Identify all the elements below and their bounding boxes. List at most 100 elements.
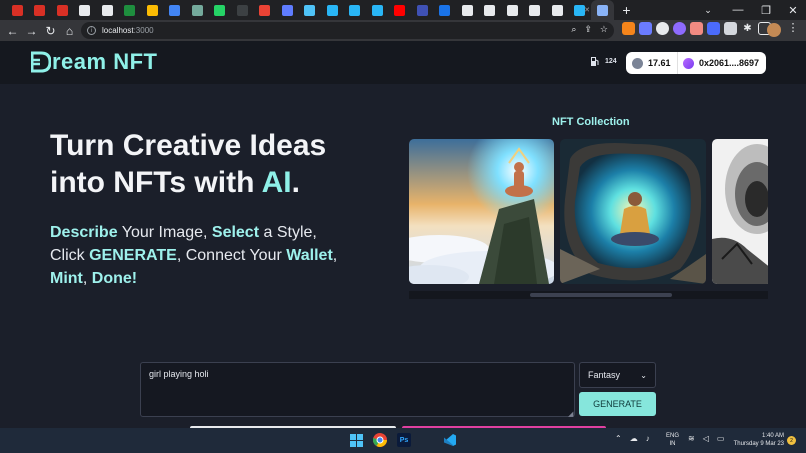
extensions-puzzle-icon[interactable]: ✱ [741, 22, 754, 35]
browser-tab[interactable] [434, 0, 457, 20]
extension-icon[interactable] [707, 22, 720, 35]
hero-title-ai: AI [261, 166, 292, 199]
zoom-icon[interactable]: ⌕ [571, 24, 576, 35]
browser-tab[interactable] [6, 0, 29, 20]
windows-start-icon[interactable] [349, 433, 363, 447]
photoshop-icon[interactable]: Ps [397, 433, 411, 447]
drive-favicon-icon [146, 4, 158, 16]
site-info-icon[interactable]: i [87, 26, 96, 35]
nft-card[interactable] [560, 139, 706, 284]
notification-badge[interactable]: 2 [787, 436, 796, 445]
browser-tab[interactable] [546, 0, 569, 20]
blue-favicon-icon [439, 4, 451, 16]
gallery-scroll-thumb[interactable] [530, 293, 672, 297]
forward-icon[interactable]: → [22, 20, 41, 41]
cloud-icon[interactable]: ☁ [630, 434, 638, 443]
tab-search-icon[interactable]: ⌄ [700, 0, 716, 20]
gallery-scrollbar[interactable] [409, 291, 768, 299]
sub-word-select: Select [211, 224, 260, 241]
link-favicon-icon [169, 4, 181, 16]
clock[interactable]: 1:40 AM Thursday 9 Mar 23 [728, 432, 784, 448]
gmail-favicon-icon [56, 4, 68, 16]
browser-tab[interactable] [344, 0, 367, 20]
browser-tab[interactable] [231, 0, 254, 20]
browser-tab[interactable] [389, 0, 412, 20]
extension-icon[interactable] [639, 22, 652, 35]
metamask-icon[interactable] [622, 22, 635, 35]
style-select-value: Fantasy [588, 370, 621, 380]
reload-icon[interactable]: ↻ [41, 20, 60, 41]
browser-tab[interactable] [276, 0, 299, 20]
browser-tab[interactable] [591, 0, 614, 20]
browser-tab[interactable] [524, 0, 547, 20]
browser-tab[interactable] [456, 0, 479, 20]
extension-icon[interactable] [724, 22, 737, 35]
browser-tab[interactable] [51, 0, 74, 20]
language-indicator[interactable]: ENG IN [666, 432, 679, 448]
brand-logo[interactable]: ream NFT [31, 49, 157, 75]
dream-nft-app: ream NFT 124 17.61 0x2061....8697 Turn C… [0, 41, 806, 428]
chevron-up-icon[interactable]: ⌃ [615, 434, 622, 443]
volume-icon[interactable]: ◁ [703, 434, 709, 443]
browser-tab[interactable] [119, 0, 142, 20]
browser-tab[interactable] [479, 0, 502, 20]
hero-title-prefix: into NFTs with [50, 166, 262, 199]
browser-tab[interactable] [164, 0, 187, 20]
address-bar[interactable]: i localhost:3000 ⌕ ⇪ ☆ [81, 22, 614, 39]
minimize-icon[interactable]: — [727, 0, 749, 20]
lang-line1: ENG [666, 433, 680, 439]
bookmark-star-icon[interactable]: ☆ [600, 24, 608, 35]
gas-value: 124 [605, 58, 617, 65]
nft-card[interactable] [409, 139, 554, 284]
nft-gallery[interactable] [409, 139, 768, 284]
hero-title: Turn Creative Ideas into NFTs with AI. [50, 127, 380, 201]
chevron-down-icon: ⌄ [640, 370, 647, 380]
browser-tab[interactable] [411, 0, 434, 20]
back-icon[interactable]: ← [3, 20, 22, 41]
clock-date: Thursday 9 Mar 23 [733, 441, 784, 447]
browser-tab[interactable] [96, 0, 119, 20]
browser-tab[interactable] [366, 0, 389, 20]
wallet-widget[interactable]: 17.61 0x2061....8697 [626, 52, 766, 74]
browser-tab[interactable] [321, 0, 344, 20]
browser-tab[interactable]: ✕ [569, 0, 592, 20]
chrome-menu-icon[interactable]: ⋮ [786, 21, 800, 40]
extension-icon[interactable] [673, 22, 686, 35]
restore-icon[interactable]: ❐ [755, 0, 777, 20]
browser-tab[interactable] [299, 0, 322, 20]
share-icon[interactable]: ⇪ [584, 24, 592, 35]
microphone-icon[interactable]: ♪ [646, 434, 650, 443]
close-tab-icon[interactable]: ✕ [584, 6, 590, 14]
browser-tab[interactable] [29, 0, 52, 20]
vscode-icon[interactable] [443, 433, 457, 447]
profile-avatar[interactable] [767, 23, 781, 37]
nft-card[interactable] [712, 139, 768, 284]
vercel-favicon-icon [304, 4, 316, 16]
wallet-avatar-icon [683, 57, 694, 69]
new-tab-icon[interactable]: + [618, 0, 636, 20]
browser-tab[interactable] [209, 0, 232, 20]
browser-tab[interactable] [254, 0, 277, 20]
generate-button[interactable]: GENERATE [579, 392, 656, 416]
resize-handle-icon[interactable]: ◢ [568, 410, 573, 418]
home-icon[interactable]: ⌂ [60, 20, 79, 41]
extension-icon[interactable] [656, 22, 669, 35]
eth-balance: 17.61 [626, 52, 678, 74]
wallet-address[interactable]: 0x2061....8697 [678, 57, 759, 69]
browser-tab[interactable] [186, 0, 209, 20]
extension-icon[interactable] [690, 22, 703, 35]
style-select[interactable]: Fantasy ⌄ [579, 362, 656, 388]
sub-text: , [332, 247, 338, 264]
sub-word-generate: GENERATE [89, 247, 177, 264]
chrome-icon[interactable] [373, 433, 387, 447]
close-window-icon[interactable]: ✕ [782, 0, 804, 20]
extensions-bar: ✱ [622, 22, 771, 35]
browser-tab[interactable] [501, 0, 524, 20]
browser-tab[interactable] [141, 0, 164, 20]
prompt-input[interactable]: girl playing holi [140, 362, 575, 417]
blue-favicon-icon [416, 4, 428, 16]
browser-tab[interactable] [74, 0, 97, 20]
sheets-favicon-icon [124, 4, 136, 16]
wifi-icon[interactable]: ≋ [688, 434, 695, 443]
battery-icon[interactable]: ▭ [717, 434, 725, 443]
